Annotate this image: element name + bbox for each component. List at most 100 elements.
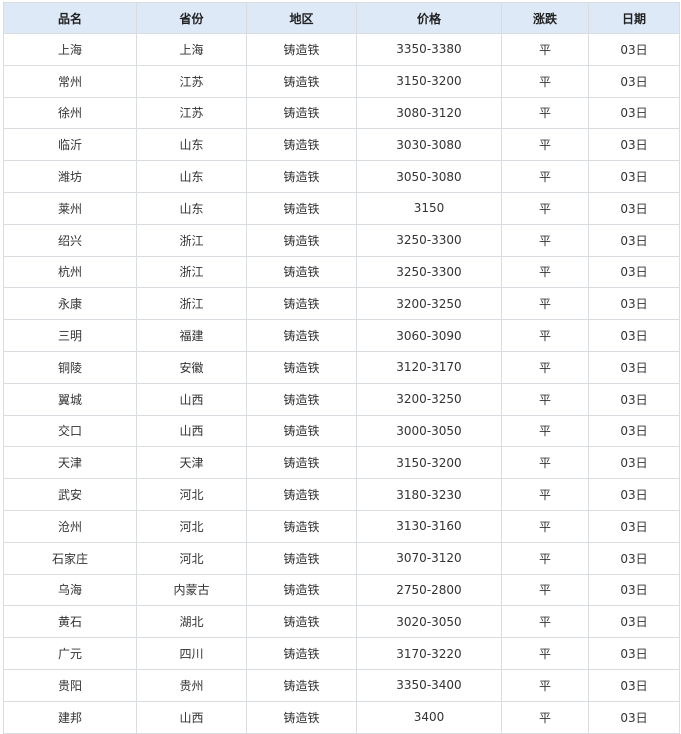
cell-date: 03日 xyxy=(588,64,680,98)
cell-province: 内蒙古 xyxy=(136,573,247,607)
cell-province: 湖北 xyxy=(136,605,247,639)
cell-province: 山西 xyxy=(136,414,247,448)
cell-price: 2750-2800 xyxy=(356,573,502,607)
table-body: 上海 上海 铸造铁 3350-3380 平 03日 常州 江苏 铸造铁 3150-3200 平 03日… xyxy=(3,33,680,734)
cell-price: 3180-3230 xyxy=(356,478,502,511)
cell-region: 铸造铁 xyxy=(246,96,357,130)
cell-price: 3020-3050 xyxy=(356,605,502,639)
cell-change: 平 xyxy=(501,96,589,130)
cell-date: 03日 xyxy=(588,33,680,66)
table-row: 黄石 湖北 铸造铁 3020-3050 平 03日 xyxy=(3,605,680,639)
cell-province: 四川 xyxy=(136,637,247,670)
cell-date: 03日 xyxy=(588,605,680,639)
cell-region: 铸造铁 xyxy=(246,64,357,98)
cell-change: 平 xyxy=(501,541,589,575)
cell-change: 平 xyxy=(501,573,589,607)
cell-date: 03日 xyxy=(588,637,680,670)
table-row: 三明 福建 铸造铁 3060-3090 平 03日 xyxy=(3,319,680,352)
table-row: 永康 浙江 铸造铁 3200-3250 平 03日 xyxy=(3,287,680,321)
cell-province: 山东 xyxy=(136,191,247,225)
price-table: 品名 省份 地区 价格 涨跌 日期 上海 上海 铸造铁 3350-3380 平 03日 常州… xyxy=(3,2,680,734)
table-row: 沧州 河北 铸造铁 3130-3160 平 03日 xyxy=(3,509,680,543)
cell-product: 徐州 xyxy=(3,96,137,130)
cell-region: 铸造铁 xyxy=(246,319,357,352)
cell-province: 江苏 xyxy=(136,64,247,98)
cell-region: 铸造铁 xyxy=(246,255,357,289)
cell-province: 山西 xyxy=(136,700,247,734)
cell-price: 3050-3080 xyxy=(356,160,502,193)
cell-product: 潍坊 xyxy=(3,160,137,193)
header-product: 品名 xyxy=(3,2,137,34)
cell-change: 平 xyxy=(501,33,589,66)
cell-change: 平 xyxy=(501,160,589,193)
cell-change: 平 xyxy=(501,382,589,416)
table-row: 潍坊 山东 铸造铁 3050-3080 平 03日 xyxy=(3,160,680,193)
cell-product: 交口 xyxy=(3,414,137,448)
cell-price: 3200-3250 xyxy=(356,382,502,416)
cell-price: 3120-3170 xyxy=(356,350,502,384)
header-province: 省份 xyxy=(136,2,247,34)
cell-date: 03日 xyxy=(588,191,680,225)
cell-province: 江苏 xyxy=(136,96,247,130)
cell-region: 铸造铁 xyxy=(246,605,357,639)
cell-province: 福建 xyxy=(136,319,247,352)
cell-change: 平 xyxy=(501,223,589,257)
cell-product: 杭州 xyxy=(3,255,137,289)
cell-province: 浙江 xyxy=(136,255,247,289)
cell-province: 安徽 xyxy=(136,350,247,384)
cell-region: 铸造铁 xyxy=(246,287,357,321)
table-row: 石家庄 河北 铸造铁 3070-3120 平 03日 xyxy=(3,541,680,575)
cell-price: 3070-3120 xyxy=(356,541,502,575)
cell-date: 03日 xyxy=(588,350,680,384)
cell-change: 平 xyxy=(501,191,589,225)
cell-product: 建邦 xyxy=(3,700,137,734)
cell-change: 平 xyxy=(501,414,589,448)
cell-province: 贵州 xyxy=(136,668,247,702)
header-change: 涨跌 xyxy=(501,2,589,34)
table-row: 建邦 山西 铸造铁 3400 平 03日 xyxy=(3,700,680,734)
cell-product: 翼城 xyxy=(3,382,137,416)
cell-product: 常州 xyxy=(3,64,137,98)
cell-region: 铸造铁 xyxy=(246,637,357,670)
header-row: 品名 省份 地区 价格 涨跌 日期 xyxy=(3,2,680,34)
cell-region: 铸造铁 xyxy=(246,700,357,734)
cell-change: 平 xyxy=(501,700,589,734)
cell-date: 03日 xyxy=(588,668,680,702)
cell-product: 广元 xyxy=(3,637,137,670)
cell-price: 3080-3120 xyxy=(356,96,502,130)
cell-date: 03日 xyxy=(588,700,680,734)
table-row: 徐州 江苏 铸造铁 3080-3120 平 03日 xyxy=(3,96,680,130)
cell-price: 3150 xyxy=(356,191,502,225)
cell-date: 03日 xyxy=(588,509,680,543)
cell-product: 乌海 xyxy=(3,573,137,607)
page: 品名 省份 地区 价格 涨跌 日期 上海 上海 铸造铁 3350-3380 平 03日 常州… xyxy=(0,0,681,734)
cell-product: 贵阳 xyxy=(3,668,137,702)
cell-change: 平 xyxy=(501,637,589,670)
cell-price: 3250-3300 xyxy=(356,255,502,289)
cell-region: 铸造铁 xyxy=(246,160,357,193)
cell-price: 3130-3160 xyxy=(356,509,502,543)
cell-province: 山东 xyxy=(136,160,247,193)
cell-date: 03日 xyxy=(588,128,680,162)
cell-change: 平 xyxy=(501,255,589,289)
cell-date: 03日 xyxy=(588,446,680,480)
cell-date: 03日 xyxy=(588,414,680,448)
cell-price: 3350-3380 xyxy=(356,33,502,66)
cell-date: 03日 xyxy=(588,319,680,352)
cell-region: 铸造铁 xyxy=(246,128,357,162)
table-row: 乌海 内蒙古 铸造铁 2750-2800 平 03日 xyxy=(3,573,680,607)
cell-product: 沧州 xyxy=(3,509,137,543)
cell-price: 3030-3080 xyxy=(356,128,502,162)
cell-region: 铸造铁 xyxy=(246,414,357,448)
cell-change: 平 xyxy=(501,446,589,480)
table-row: 广元 四川 铸造铁 3170-3220 平 03日 xyxy=(3,637,680,670)
cell-change: 平 xyxy=(501,350,589,384)
cell-region: 铸造铁 xyxy=(246,509,357,543)
cell-change: 平 xyxy=(501,319,589,352)
cell-change: 平 xyxy=(501,605,589,639)
cell-product: 武安 xyxy=(3,478,137,511)
table-row: 翼城 山西 铸造铁 3200-3250 平 03日 xyxy=(3,382,680,416)
table-row: 铜陵 安徽 铸造铁 3120-3170 平 03日 xyxy=(3,350,680,384)
cell-product: 铜陵 xyxy=(3,350,137,384)
cell-price: 3250-3300 xyxy=(356,223,502,257)
